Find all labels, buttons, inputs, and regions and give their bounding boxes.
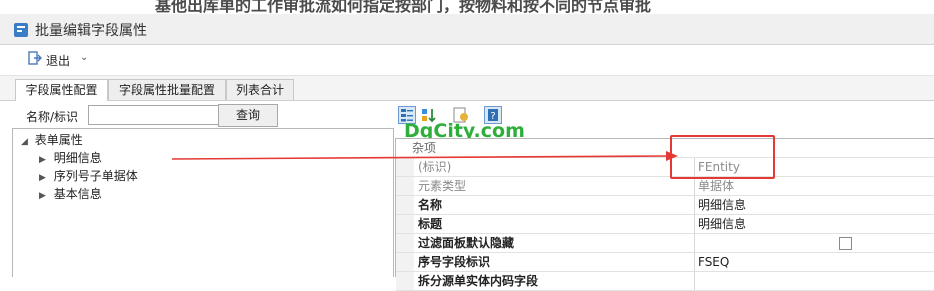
annotation-arrow-icon	[171, 151, 678, 161]
